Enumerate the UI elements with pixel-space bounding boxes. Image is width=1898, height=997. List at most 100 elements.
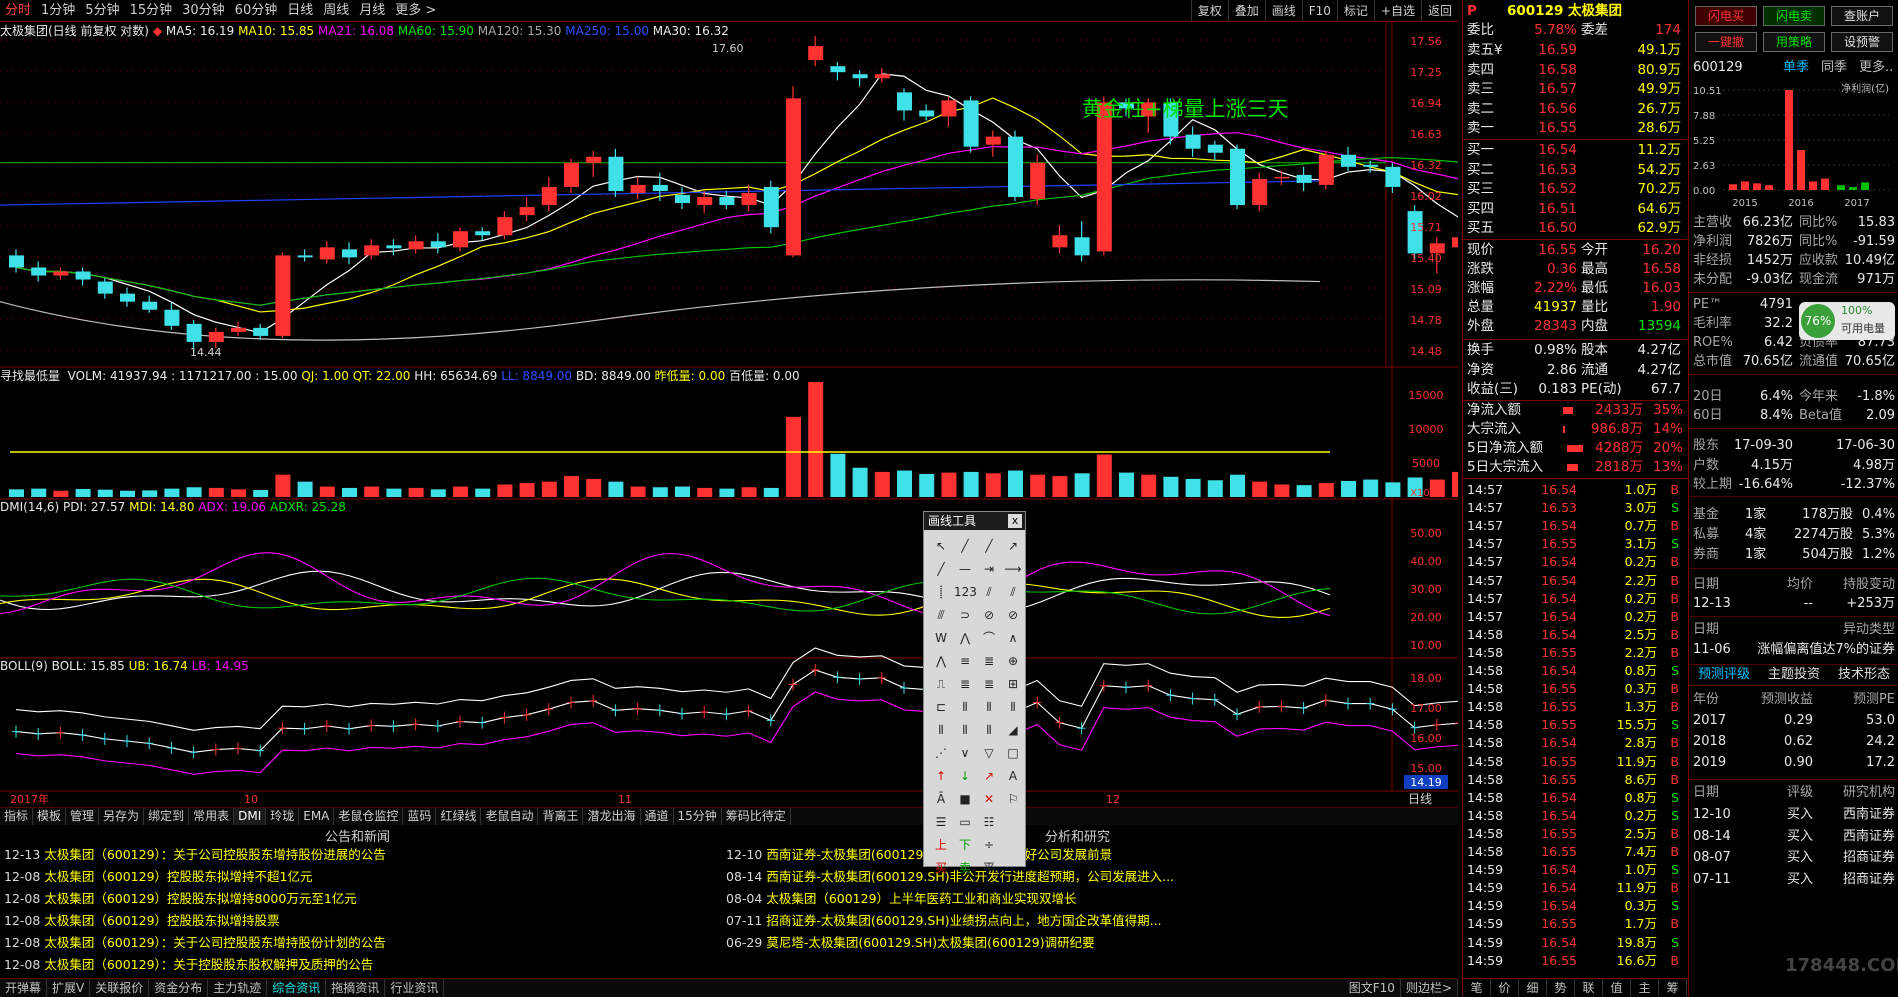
status-tab[interactable]: 行业资讯 — [385, 979, 445, 997]
order-price[interactable]: 16.51 — [1507, 200, 1577, 219]
drawing-tool-icon[interactable]: ⊞ — [1002, 674, 1024, 694]
quote-tab[interactable]: 势 — [1547, 979, 1575, 997]
prediction-tab[interactable]: 技术形态 — [1829, 665, 1898, 685]
fund-tab[interactable]: 更多.. — [1859, 58, 1893, 77]
drawing-tool-icon[interactable]: ≣ — [954, 674, 976, 694]
drawing-tool-icon[interactable]: ⦀ — [978, 697, 1000, 717]
order-price[interactable]: 16.52 — [1507, 180, 1577, 199]
status-tab[interactable]: 关联报价 — [90, 979, 150, 997]
drawing-tool-icon[interactable]: ╱ — [954, 536, 976, 556]
research-item[interactable]: 07-11 招商证券-太极集团(600129.SH)业绩拐点向上，地方国企改革值… — [726, 910, 1162, 932]
drawing-tool-icon[interactable]: ≣ — [978, 651, 1000, 671]
quote-tab[interactable]: 联 — [1575, 979, 1603, 997]
drawing-tool-icon[interactable]: ⦀ — [954, 697, 976, 717]
action-button[interactable]: 设预警 — [1831, 32, 1893, 52]
status-right-button[interactable]: 图文F10 — [1344, 979, 1401, 997]
status-right-button[interactable]: 则边栏> — [1401, 979, 1458, 997]
drawing-tool-icon[interactable]: ⸽ — [930, 582, 952, 602]
drawing-tool-icon[interactable]: ⚐ — [1002, 789, 1024, 809]
drawing-tool-icon[interactable]: ↑ — [930, 766, 952, 786]
indicator-tab[interactable]: 模板 — [33, 808, 67, 825]
close-icon[interactable]: x — [1008, 514, 1022, 528]
indicator-tab[interactable]: 15分钟 — [674, 808, 722, 825]
quote-tab[interactable]: 主 — [1631, 979, 1659, 997]
status-tab[interactable]: 开弹幕 — [0, 979, 48, 997]
drawing-tool-icon[interactable]: ⦀ — [978, 720, 1000, 740]
indicator-tab[interactable]: 蓝码 — [403, 808, 437, 825]
drawing-tool-icon[interactable]: ⇥ — [978, 559, 1000, 579]
drawing-tool-icon[interactable] — [1002, 835, 1024, 855]
drawing-tool-icon[interactable]: ■ — [954, 789, 976, 809]
drawing-tool-icon[interactable]: ▽ — [978, 743, 1000, 763]
indicator-tab[interactable]: 管理 — [66, 808, 100, 825]
news-item[interactable]: 12-08 太极集团（600129）控股股东拟增持股票 — [4, 910, 280, 932]
indicator-tab[interactable]: 红绿线 — [436, 808, 482, 825]
drawing-tool-icon[interactable]: 123 — [954, 582, 977, 602]
fund-tab[interactable]: 同季 — [1821, 58, 1847, 77]
drawing-tool-panel[interactable]: 画线工具 x ↖ ╱ ╱ ↗ ╱ — ⇥ ⟶ ⸽ 123 ⫽ ⫽ ⫻ ⊃ ⊘ ⊘ W ⋀ ⌒ ∧ ⋀ ≡ ≣ ⊕ ⎍ ≣ ≣ ⊞ ⊏ ⦀ ⦀… — [923, 511, 1026, 875]
drawing-tool-icon[interactable]: 上 — [930, 835, 952, 855]
action-button[interactable]: 闪电卖 — [1763, 6, 1825, 26]
indicator-tab[interactable]: EMA — [299, 808, 335, 825]
status-tab[interactable]: 主力轨迹 — [208, 979, 268, 997]
indicator-tab[interactable]: 指标 — [0, 808, 34, 825]
action-button[interactable]: 一键撤 — [1695, 32, 1757, 52]
order-price[interactable]: 16.58 — [1507, 61, 1577, 80]
drawing-tool-icon[interactable]: ⫽ — [1002, 582, 1024, 602]
drawing-tool-icon[interactable]: 买 — [930, 858, 952, 878]
quote-tab[interactable]: 细 — [1519, 979, 1547, 997]
news-item[interactable]: 12-13 太极集团（600129）：关于公司控股股东增持股份进展的公告 — [4, 844, 386, 866]
research-item[interactable]: 12-10 西南证券-太极集团(600129.SH)股东增持，看好公司发展前景 — [726, 844, 1112, 866]
drawing-tool-icon[interactable]: ⋀ — [930, 651, 952, 671]
drawing-tool-icon[interactable]: ◢ — [1002, 720, 1024, 740]
action-button[interactable]: 查账户 — [1831, 6, 1893, 26]
order-price[interactable]: 16.54 — [1507, 141, 1577, 160]
power-badge[interactable]: 76% 100% 可用电量 — [1799, 302, 1895, 340]
drawing-tool-icon[interactable]: ⟶ — [1002, 559, 1024, 579]
drawing-tool-icon[interactable]: ⊘ — [978, 605, 1000, 625]
order-price[interactable]: 16.50 — [1507, 219, 1577, 238]
news-item[interactable]: 12-08 太极集团（600129）：关于公司控股股东增持股份计划的公告 — [4, 932, 386, 954]
quote-tab[interactable]: 笔 — [1463, 979, 1491, 997]
drawing-tool-icon[interactable]: □ — [1002, 743, 1024, 763]
order-price[interactable]: 16.55 — [1507, 119, 1577, 138]
research-item[interactable]: 06-29 莫尼塔-太极集团(600129.SH)太极集团(600129)调研纪… — [726, 932, 1095, 954]
status-tab[interactable]: 拖摘资讯 — [326, 979, 386, 997]
drawing-tool-icon[interactable]: ⋰ — [930, 743, 952, 763]
prediction-tab[interactable]: 预测评级 — [1689, 665, 1759, 685]
indicator-tab[interactable]: 通道 — [641, 808, 674, 825]
drawing-tool-icon[interactable]: 平 — [978, 858, 1000, 878]
drawing-tool-icon[interactable]: ↖ — [930, 536, 952, 556]
action-button[interactable]: 闪电买 — [1695, 6, 1757, 26]
news-item[interactable]: 12-08 太极集团（600129）：关于控股股东股权解押及质押的公告 — [4, 954, 373, 976]
indicator-tab[interactable]: 老鼠仓监控 — [334, 808, 404, 825]
drawing-tool-icon[interactable]: ↗ — [978, 766, 1000, 786]
indicator-tab[interactable]: 另存为 — [99, 808, 145, 825]
drawing-tool-icon[interactable]: ÷ — [978, 835, 1000, 855]
drawing-tool-icon[interactable]: ⊃ — [954, 605, 976, 625]
fund-tab[interactable]: 单季 — [1783, 58, 1809, 77]
drawing-tool-icon[interactable]: ∧ — [1002, 628, 1024, 648]
drawing-tool-icon[interactable]: ≣ — [978, 674, 1000, 694]
quote-tab[interactable]: 值 — [1603, 979, 1631, 997]
status-tab[interactable]: 综合资讯 — [267, 979, 327, 997]
indicator-tab[interactable]: 筹码比待定 — [722, 808, 791, 825]
status-tab[interactable]: 扩展V — [47, 979, 91, 997]
news-item[interactable]: 12-08 太极集团（600129）控股股东拟增持8000万元至1亿元 — [4, 888, 357, 910]
drawing-tool-icon[interactable]: ⊘ — [1002, 605, 1024, 625]
drawing-tool-icon[interactable]: ≡ — [954, 651, 976, 671]
indicator-tab[interactable]: 常用表 — [189, 808, 235, 825]
drawing-tool-icon[interactable]: 下 — [954, 835, 976, 855]
drawing-tool-icon[interactable]: ↗ — [1002, 536, 1024, 556]
quote-tab[interactable]: 价 — [1491, 979, 1519, 997]
indicator-tab[interactable]: 绑定到 — [144, 808, 190, 825]
drawing-tool-icon[interactable] — [1002, 858, 1024, 878]
drawing-tool-icon[interactable]: ∨ — [954, 743, 976, 763]
drawing-tool-icon[interactable]: ↓ — [954, 766, 976, 786]
drawing-tool-icon[interactable]: ╱ — [978, 536, 1000, 556]
drawing-tool-icon[interactable]: ⊏ — [930, 697, 952, 717]
status-tab[interactable]: 资金分布 — [149, 979, 209, 997]
indicator-tab[interactable]: 玲珑 — [266, 808, 300, 825]
indicator-tab[interactable]: 老鼠自动 — [481, 808, 539, 825]
indicator-tab[interactable]: 背离王 — [538, 808, 584, 825]
